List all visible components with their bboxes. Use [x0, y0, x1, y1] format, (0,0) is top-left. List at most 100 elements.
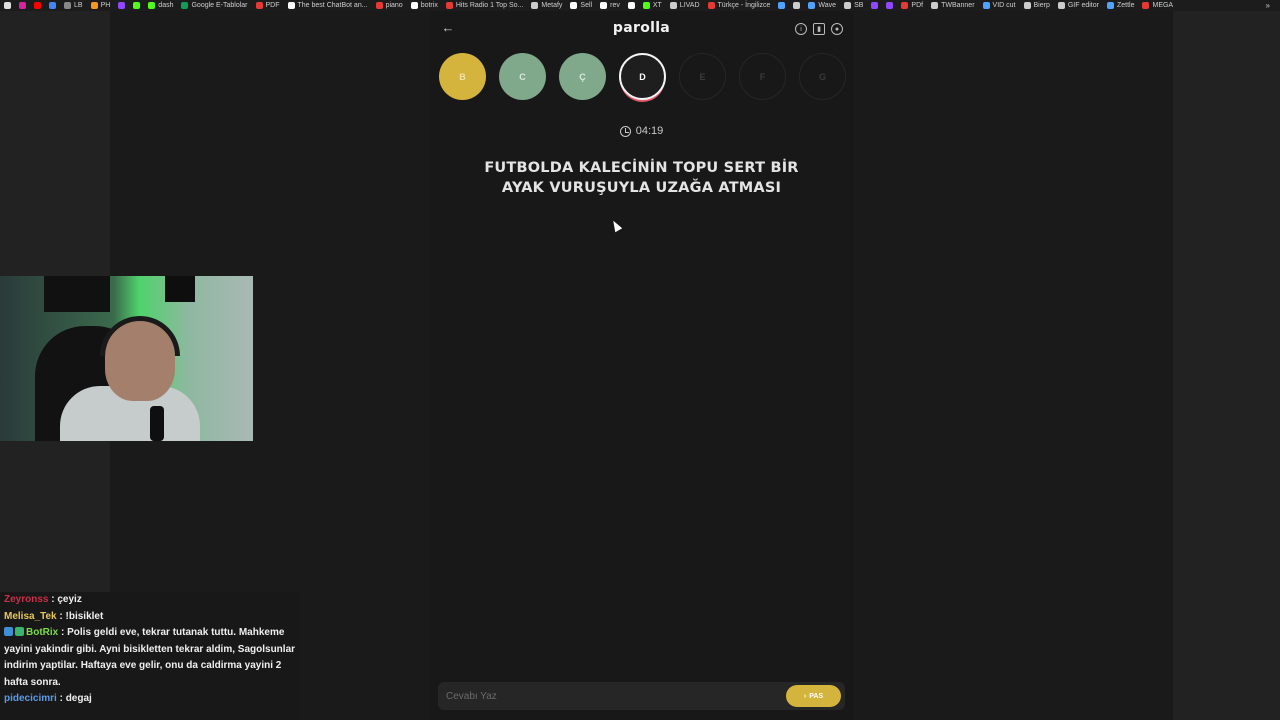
sb-icon: [844, 2, 852, 9]
microphone-icon: [150, 406, 164, 441]
twitch-icon: [886, 2, 894, 9]
bookmark-item[interactable]: Hits Radio 1 Top So...: [442, 0, 528, 11]
letter-circle-ç: Ç: [559, 53, 606, 100]
bookmark-item[interactable]: dash: [144, 0, 177, 11]
bookmark-item[interactable]: Wave: [804, 0, 840, 11]
bookmark-item[interactable]: LB: [60, 0, 87, 11]
letter-circles: BCÇDEFG: [439, 53, 846, 100]
bookmark-item[interactable]: [15, 0, 30, 11]
bookmark-item[interactable]: [114, 0, 129, 11]
chrome-icon: [49, 2, 56, 9]
bookmarks-more-icon[interactable]: »: [1266, 1, 1280, 10]
question-text: FUTBOLDA KALECİNİN TOPU SERT BİR AYAK VU…: [484, 160, 799, 196]
webcam-poster: [44, 276, 110, 312]
bookmark-item[interactable]: PDF: [252, 0, 284, 11]
bookmark-item[interactable]: PH: [87, 0, 115, 11]
bookmark-label: PH: [100, 2, 111, 9]
chat-separator: :: [56, 610, 66, 622]
bookmark-item[interactable]: [624, 0, 639, 11]
mouse-cursor-icon: [609, 218, 623, 233]
bookmark-item[interactable]: GIF editor: [1054, 0, 1103, 11]
pdf-icon: [255, 2, 263, 9]
drop-icon: [778, 2, 786, 9]
lb-icon: [64, 2, 71, 9]
bookmark-item[interactable]: [882, 0, 897, 11]
bookmark-item[interactable]: MEGA: [1138, 0, 1177, 11]
vid-icon: [982, 2, 990, 9]
bookmark-item[interactable]: [867, 0, 882, 11]
bookmark-item[interactable]: Google E-Tablolar: [177, 0, 251, 11]
letter-circle-d: D: [619, 53, 666, 100]
webcam-overlay: [0, 276, 253, 441]
bookmark-label: rev: [610, 2, 620, 9]
chat-text: çeyiz: [57, 594, 82, 605]
chat-username[interactable]: Melisa_Tek: [4, 611, 57, 622]
bookmark-label: Metafy: [541, 2, 563, 9]
bookmark-item[interactable]: piano: [372, 0, 407, 11]
metafy-icon: [531, 2, 539, 9]
youtube-icon: [34, 2, 41, 9]
translate-icon: [707, 2, 715, 9]
bookmark-item[interactable]: [774, 0, 789, 11]
bookmark-item[interactable]: PDf: [897, 0, 927, 11]
answer-input[interactable]: [446, 688, 766, 704]
bookmark-icon: [4, 2, 11, 9]
letter-circle-c: C: [499, 53, 546, 100]
bookmark-label: Zettle: [1116, 2, 1135, 9]
amazon-icon: [570, 2, 578, 9]
parolla-game: ← parolla i ▮ ● BCÇDEFG 04:19 FUTBOLDA K…: [430, 11, 853, 720]
pas-button[interactable]: › PAS: [786, 685, 841, 707]
bookmark-item[interactable]: [129, 0, 144, 11]
bookmarks-bar: LB PH dash Google E-Tablolar PDF The best Cha…: [0, 0, 1280, 11]
bookmark-item[interactable]: [789, 0, 804, 11]
letter-circle-e: E: [679, 53, 726, 100]
bookmark-label: VID cut: [992, 2, 1016, 9]
letter-circle-f: F: [739, 53, 786, 100]
bookmark-item[interactable]: rev: [596, 0, 624, 11]
chat-username[interactable]: pidecicimri: [4, 693, 57, 704]
chat-username[interactable]: BotRix: [26, 627, 58, 638]
bookmark-label: botrix: [420, 2, 438, 9]
bookmark-item[interactable]: Sell: [566, 0, 596, 11]
chat-message: pidecicimri : degaj: [0, 691, 300, 708]
bookmark-item[interactable]: SB: [840, 0, 867, 11]
bookmark-item[interactable]: Bierp: [1020, 0, 1054, 11]
radio-icon: [445, 2, 453, 9]
bookmark-item[interactable]: VID cut: [979, 0, 1020, 11]
tw-icon: [931, 2, 939, 9]
stats-icon[interactable]: ▮: [813, 23, 825, 35]
bookmark-label: LIVAD: [679, 2, 700, 9]
bierp-icon: [1023, 2, 1031, 9]
bookmark-label: The best ChatBot an...: [297, 2, 368, 9]
clock-icon: [619, 125, 631, 137]
info-icon[interactable]: i: [795, 23, 807, 35]
bookmark-label: SB: [854, 2, 864, 9]
header-icons: i ▮ ●: [795, 23, 843, 35]
chat-overlay: Zeyronss : çeyiz Melisa_Tek : !bisiklet Bo…: [0, 592, 300, 720]
bookmark-item[interactable]: Zettle: [1103, 0, 1139, 11]
bookmark-item[interactable]: botrix: [407, 0, 442, 11]
bookmark-item[interactable]: LIVAD: [666, 0, 704, 11]
chat-text: degaj: [65, 693, 92, 704]
kick-icon: [133, 2, 141, 9]
bookmark-label: PDF: [265, 2, 280, 9]
bookmark-item[interactable]: [45, 0, 60, 11]
bookmark-label: XT: [652, 2, 662, 9]
bot-badge-icon: [4, 627, 13, 636]
bookmark-item[interactable]: Metafy: [527, 0, 566, 11]
bookmark-item[interactable]: The best ChatBot an...: [284, 0, 372, 11]
bookmark-item[interactable]: XT: [639, 0, 666, 11]
chat-username[interactable]: Zeyronss: [4, 594, 48, 605]
headset-icon: [100, 316, 180, 356]
bookmark-label: GIF editor: [1067, 2, 1099, 9]
bookmark-item[interactable]: TWBanner: [927, 0, 978, 11]
letter-circle-b: B: [439, 53, 486, 100]
user-icon[interactable]: ●: [831, 23, 843, 35]
bookmark-item[interactable]: Türkçe - İngilizce: [704, 0, 775, 11]
bookmark-label: Bierp: [1033, 2, 1050, 9]
bookmark-item[interactable]: [0, 0, 15, 11]
dash-icon: [148, 2, 156, 9]
bookmark-label: Hits Radio 1 Top So...: [455, 2, 524, 9]
bookmark-item[interactable]: [30, 0, 45, 11]
verified-badge-icon: [15, 627, 24, 636]
